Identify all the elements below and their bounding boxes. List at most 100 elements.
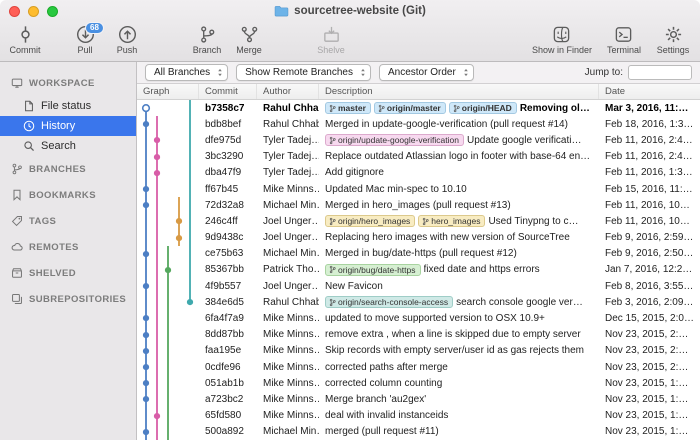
zoom-button[interactable] (47, 6, 58, 17)
table-row[interactable]: 6fa4f7a9Mike Minns…updated to move suppo… (137, 310, 700, 326)
sidebar-section-branches[interactable]: BRANCHES (0, 156, 136, 182)
table-row[interactable]: 65fd580Mike Minns…deal with invalid inst… (137, 408, 700, 424)
column-header-commit[interactable]: Commit (199, 84, 257, 99)
branch-mini-icon (329, 104, 336, 113)
table-row[interactable]: ff67b45Mike Minns…Updated Mac min-spec t… (137, 181, 700, 197)
remote-branches-dropdown[interactable]: Show Remote Branches (236, 64, 371, 81)
table-row[interactable]: 72d32a8Michael Min…Merged in hero_images… (137, 197, 700, 213)
branch-badge: origin/HEAD (449, 102, 517, 114)
author: Patrick Tho… (257, 264, 319, 275)
sort-order-dropdown[interactable]: Ancestor Order (379, 64, 474, 81)
table-row[interactable]: 8dd87bbMike Minns…remove extra , when a … (137, 327, 700, 343)
description: Updated Mac min-spec to 10.10 (319, 184, 599, 195)
description: corrected column counting (319, 378, 599, 389)
close-button[interactable] (9, 6, 20, 17)
merge-button[interactable]: Merge (232, 25, 266, 55)
table-row[interactable]: ce75b63Michael Min…Merged in bug/date-ht… (137, 246, 700, 262)
sidebar-section-tags[interactable]: TAGS (0, 208, 136, 234)
table-row[interactable]: faa195eMike Minns…Skip records with empt… (137, 343, 700, 359)
sidebar-item-history[interactable]: History (0, 116, 136, 136)
graph-cell (137, 213, 199, 229)
author: Joel Unger… (257, 232, 319, 243)
commit-message: deal with invalid instanceids (325, 410, 448, 421)
content-area: WORKSPACE File status History Search BRANCHE… (0, 62, 700, 440)
graph-cell (137, 132, 199, 148)
toolbar-button-label: Shelve (317, 45, 345, 55)
date: Nov 23, 2015, 1:… (599, 378, 700, 389)
table-row[interactable]: 051ab1bMike Minns…corrected column count… (137, 375, 700, 391)
sidebar-item-label: History (41, 120, 75, 132)
jump-to-input[interactable] (628, 65, 692, 80)
folder-icon (274, 5, 289, 17)
commit-hash: ff67b45 (199, 184, 257, 195)
author: Tyler Tadej… (257, 151, 319, 162)
pull-button[interactable]: 68Pull (68, 25, 102, 55)
badge-label: master (338, 103, 366, 113)
table-row[interactable]: a723bc2Mike Minns…Merge branch 'au2gex'N… (137, 391, 700, 407)
graph-cell (137, 278, 199, 294)
toolbar-left-group: Commit 68Pull Push Branch Merge Shelve (8, 25, 348, 55)
sidebar-section-remotes[interactable]: REMOTES (0, 234, 136, 260)
table-row[interactable]: dfe975dTyler Tadej…origin/update-google-… (137, 132, 700, 148)
sidebar: WORKSPACE File status History Search BRANCHE… (0, 62, 137, 440)
chevron-updown-icon (360, 67, 366, 78)
date: Feb 15, 2016, 11:… (599, 184, 700, 195)
graph-cell (137, 149, 199, 165)
dropdown-value: All Branches (154, 67, 210, 78)
description: Merge branch 'au2gex' (319, 394, 599, 405)
date: Feb 18, 2016, 1:3… (599, 119, 700, 130)
table-row[interactable]: 384e6d5Rahul Chhab…origin/search-console… (137, 294, 700, 310)
table-row[interactable]: 4f9b557Joel Unger…New FaviconFeb 8, 2016… (137, 278, 700, 294)
table-row[interactable]: b7358c7Rahul Chha…masterorigin/masterori… (137, 100, 700, 116)
push-button[interactable]: Push (110, 25, 144, 55)
sidebar-section-shelved[interactable]: SHELVED (0, 260, 136, 286)
description: updated to move supported version to OSX… (319, 313, 599, 324)
toolbar-button-label: Merge (236, 45, 262, 55)
branch-filter-dropdown[interactable]: All Branches (145, 64, 228, 81)
column-header-author[interactable]: Author (257, 84, 319, 99)
table-row[interactable]: 246c4ffJoel Unger…origin/hero_imageshero… (137, 213, 700, 229)
commit-hash: 9d9438c (199, 232, 257, 243)
commit-button[interactable]: Commit (8, 25, 42, 55)
graph-cell (137, 359, 199, 375)
description: Merged in update-google-verification (pu… (319, 119, 599, 130)
author: Tyler Tadej… (257, 167, 319, 178)
sidebar-section-workspace[interactable]: WORKSPACE (0, 70, 136, 96)
date: Jan 7, 2016, 12:2… (599, 264, 700, 275)
table-row[interactable]: 500a892Michael Min…merged (pull request … (137, 424, 700, 440)
branch-badge: origin/search-console-access (325, 296, 453, 308)
section-label: BRANCHES (29, 164, 86, 175)
column-header-date[interactable]: Date (599, 84, 700, 99)
branch-badge: origin/bug/date-https (325, 264, 421, 276)
table-row[interactable]: dba47f9Tyler Tadej…Add gitignoreFeb 11, … (137, 165, 700, 181)
column-header-graph[interactable]: Graph (137, 84, 199, 99)
section-label: SHELVED (29, 268, 76, 279)
sidebar-item-search[interactable]: Search (0, 136, 136, 156)
table-row[interactable]: 85367bbPatrick Tho…origin/bug/date-https… (137, 262, 700, 278)
branch-button[interactable]: Branch (190, 25, 224, 55)
table-row[interactable]: 3bc3290Tyler Tadej…Replace outdated Atla… (137, 149, 700, 165)
date: Nov 23, 2015, 1:… (599, 410, 700, 421)
terminal-button[interactable]: Terminal (607, 25, 641, 55)
sidebar-item-label: File status (41, 100, 91, 112)
column-header-description[interactable]: Description (319, 84, 599, 99)
graph-cell (137, 116, 199, 132)
settings-button[interactable]: Settings (656, 25, 690, 55)
show-in-finder-button[interactable]: Show in Finder (532, 25, 592, 55)
sidebar-item-file-status[interactable]: File status (0, 96, 136, 116)
description: remove extra , when a line is skipped du… (319, 329, 599, 340)
sidebar-item-label: Search (41, 140, 76, 152)
table-row[interactable]: bdb8befRahul Chhab…Merged in update-goog… (137, 116, 700, 132)
sidebar-section-bookmarks[interactable]: BOOKMARKS (0, 182, 136, 208)
commit-message: fixed date and https errors (424, 264, 540, 275)
date: Mar 3, 2016, 11:… (599, 103, 700, 114)
commit-hash: bdb8bef (199, 119, 257, 130)
date: Nov 23, 2015, 1:… (599, 394, 700, 405)
sidebar-section-subrepositories[interactable]: SUBREPOSITORIES (0, 286, 136, 312)
date: Feb 11, 2016, 2:4… (599, 135, 700, 146)
table-row[interactable]: 9d9438cJoel Unger…Replacing hero images … (137, 230, 700, 246)
dropdown-value: Ancestor Order (388, 67, 456, 78)
table-row[interactable]: 0cdfe96Mike Minns…corrected paths after … (137, 359, 700, 375)
toolbar-button-label: Settings (657, 45, 690, 55)
minimize-button[interactable] (28, 6, 39, 17)
